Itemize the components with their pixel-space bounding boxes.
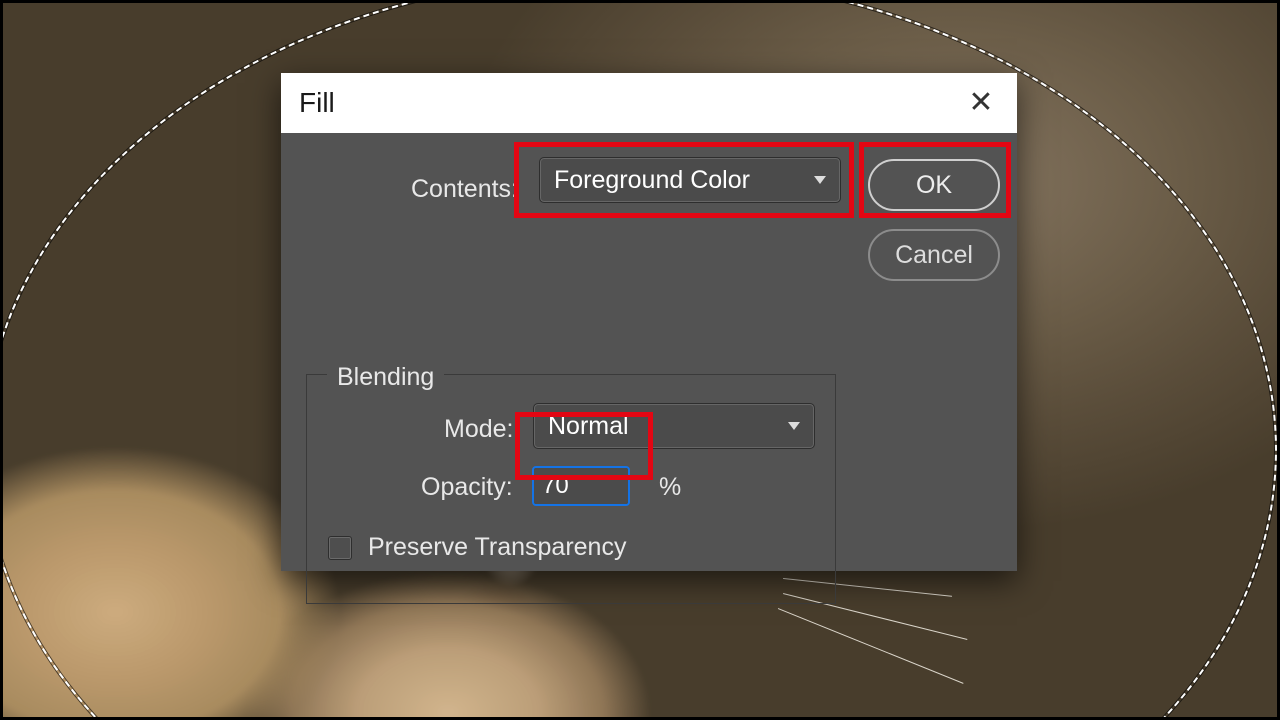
- chevron-down-icon: [788, 422, 800, 430]
- ok-button[interactable]: OK: [868, 159, 1000, 211]
- ok-label: OK: [916, 171, 952, 200]
- preserve-row[interactable]: Preserve Transparency: [328, 533, 626, 562]
- opacity-label: Opacity:: [421, 473, 513, 502]
- contents-select[interactable]: Foreground Color: [539, 157, 841, 203]
- close-icon[interactable]: ✕: [967, 89, 995, 117]
- blending-legend: Blending: [327, 363, 444, 392]
- mode-select[interactable]: Normal: [533, 403, 815, 449]
- cancel-button[interactable]: Cancel: [868, 229, 1000, 281]
- preserve-label: Preserve Transparency: [368, 533, 626, 562]
- mode-value: Normal: [548, 412, 629, 441]
- editor-canvas: Fill ✕ Contents: Foreground Color OK Can…: [3, 3, 1277, 717]
- mode-label: Mode:: [444, 415, 513, 444]
- contents-value: Foreground Color: [554, 166, 750, 195]
- dialog-title: Fill: [299, 87, 335, 119]
- contents-row: Contents:: [411, 175, 530, 204]
- opacity-input[interactable]: [533, 467, 629, 505]
- contents-label: Contents:: [411, 175, 518, 204]
- cancel-label: Cancel: [895, 241, 973, 270]
- preserve-checkbox[interactable]: [328, 536, 352, 560]
- opacity-unit: %: [659, 473, 681, 502]
- fill-dialog: Fill ✕ Contents: Foreground Color OK Can…: [281, 73, 1017, 571]
- chevron-down-icon: [814, 176, 826, 184]
- dialog-titlebar: Fill ✕: [281, 73, 1017, 133]
